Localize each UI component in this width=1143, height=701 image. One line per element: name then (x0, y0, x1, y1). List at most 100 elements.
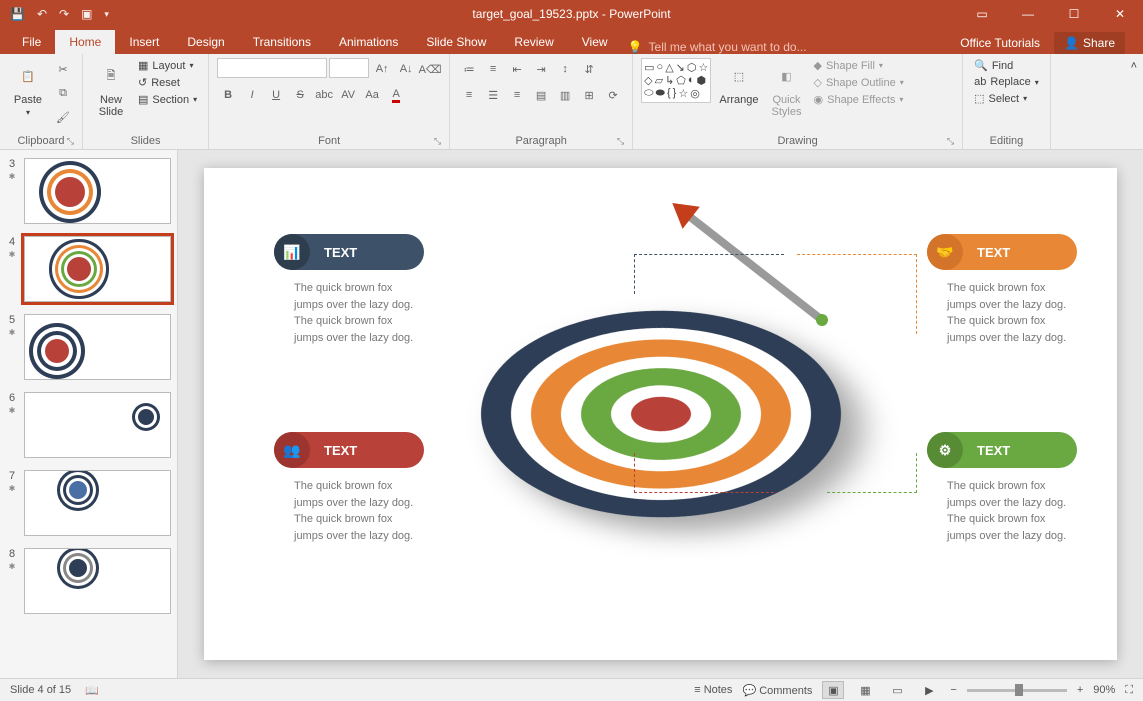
slide-thumbnails[interactable]: 3✱ 4✱ 5✱ 6✱ 7✱ 8✱ (0, 150, 178, 678)
decrease-font-icon[interactable]: A↓ (395, 58, 417, 80)
cut-icon[interactable]: ✂ (52, 58, 74, 80)
indent-inc-icon[interactable]: ⇥ (530, 58, 552, 80)
align-right-icon[interactable]: ≡ (506, 84, 528, 106)
ribbon-tabs: File Home Insert Design Transitions Anim… (0, 28, 1143, 54)
ribbon-display-icon[interactable]: ▭ (959, 0, 1005, 28)
connector-line (797, 254, 917, 334)
thumbnail-slide-4[interactable]: 4✱ (6, 236, 171, 302)
align-center-icon[interactable]: ☰ (482, 84, 504, 106)
thumbnail-slide-8[interactable]: 8✱ (6, 548, 171, 614)
smartart-icon[interactable]: ⟳ (602, 84, 624, 106)
zoom-thumb[interactable] (1015, 684, 1023, 696)
shape-fill-button[interactable]: ◆Shape Fill▾ (811, 58, 907, 73)
group-clipboard: 📋 Paste ▾ ✂ ⧉ 🖌 Clipboard (0, 54, 83, 149)
tab-animations[interactable]: Animations (325, 30, 412, 54)
tab-insert[interactable]: Insert (115, 30, 173, 54)
text-direction-icon[interactable]: ⇵ (578, 58, 600, 80)
thumbnail-slide-5[interactable]: 5✱ (6, 314, 171, 380)
slide-indicator[interactable]: Slide 4 of 15 (10, 684, 71, 696)
columns-icon[interactable]: ▥ (554, 84, 576, 106)
underline-icon[interactable]: U (265, 84, 287, 106)
zoom-in-icon[interactable]: + (1077, 684, 1083, 696)
find-button[interactable]: 🔍Find (971, 58, 1042, 73)
undo-icon[interactable]: ↶ (37, 7, 47, 21)
line-spacing-icon[interactable]: ↕ (554, 58, 576, 80)
format-painter-icon[interactable]: 🖌 (52, 106, 74, 128)
bold-icon[interactable]: B (217, 84, 239, 106)
reading-view-icon[interactable]: ▭ (886, 681, 908, 699)
justify-icon[interactable]: ▤ (530, 84, 552, 106)
thumbnail-slide-3[interactable]: 3✱ (6, 158, 171, 224)
strike-icon[interactable]: S (289, 84, 311, 106)
shadow-icon[interactable]: abc (313, 84, 335, 106)
spellcheck-icon[interactable]: 📖 (85, 684, 99, 697)
copy-icon[interactable]: ⧉ (52, 82, 74, 104)
sorter-view-icon[interactable]: ▦ (854, 681, 876, 699)
arrange-button[interactable]: ⬚ Arrange (715, 58, 762, 108)
layout-button[interactable]: ▦Layout▾ (135, 58, 200, 73)
tab-file[interactable]: File (8, 30, 55, 54)
thumbnail-slide-6[interactable]: 6✱ (6, 392, 171, 458)
shape-effects-button[interactable]: ◉Shape Effects▾ (811, 92, 907, 107)
callout-bottom-left[interactable]: 👥TEXT The quick brown fox jumps over the… (274, 432, 424, 544)
quick-styles-button[interactable]: ◧ Quick Styles (767, 58, 807, 120)
thumbnail-slide-7[interactable]: 7✱ (6, 470, 171, 536)
handshake-icon: 🤝 (927, 234, 963, 270)
font-family-input[interactable] (217, 58, 327, 78)
select-button[interactable]: ⬚Select▾ (971, 91, 1042, 106)
callout-bottom-right[interactable]: ⚙TEXT The quick brown fox jumps over the… (927, 432, 1077, 544)
notes-button[interactable]: ≡ Notes (694, 684, 732, 696)
shapes-gallery[interactable]: ▭○△↘⬡☆ ◇▱↳⬠◐⬢ ⬭⬬{}☆◎ (641, 58, 711, 103)
spacing-icon[interactable]: AV (337, 84, 359, 106)
indent-dec-icon[interactable]: ⇤ (506, 58, 528, 80)
align-text-icon[interactable]: ⊞ (578, 84, 600, 106)
tab-review[interactable]: Review (500, 30, 567, 54)
slideshow-view-icon[interactable]: ▶ (918, 681, 940, 699)
italic-icon[interactable]: I (241, 84, 263, 106)
reset-button[interactable]: ↺Reset (135, 75, 200, 90)
save-icon[interactable]: 💾 (10, 7, 25, 21)
shape-outline-button[interactable]: ◇Shape Outline▾ (811, 75, 907, 90)
presentation-icon: 📊 (274, 234, 310, 270)
callout-top-left[interactable]: 📊TEXT The quick brown fox jumps over the… (274, 234, 424, 346)
share-button[interactable]: 👤 Share (1054, 32, 1125, 54)
numbering-icon[interactable]: ≡ (482, 58, 504, 80)
maximize-icon[interactable]: ☐ (1051, 0, 1097, 28)
tab-transitions[interactable]: Transitions (239, 30, 325, 54)
qat-more-icon[interactable]: ▾ (104, 9, 109, 20)
slide[interactable]: 📊TEXT The quick brown fox jumps over the… (204, 168, 1117, 660)
replace-button[interactable]: abReplace▾ (971, 75, 1042, 89)
tab-view[interactable]: View (568, 30, 622, 54)
case-icon[interactable]: Aa (361, 84, 383, 106)
close-icon[interactable]: ✕ (1097, 0, 1143, 28)
tab-design[interactable]: Design (173, 30, 238, 54)
minimize-icon[interactable]: — (1005, 0, 1051, 28)
tell-me-search[interactable]: 💡 Tell me what you want to do... (628, 40, 807, 54)
tab-home[interactable]: Home (55, 30, 115, 54)
window-title: target_goal_19523.pptx - PowerPoint (472, 7, 670, 21)
office-tutorials-link[interactable]: Office Tutorials (960, 36, 1040, 50)
tab-slideshow[interactable]: Slide Show (412, 30, 500, 54)
clear-format-icon[interactable]: A⌫ (419, 58, 441, 80)
slide-canvas[interactable]: 📊TEXT The quick brown fox jumps over the… (178, 150, 1143, 678)
new-slide-button[interactable]: 🗎 New Slide (91, 58, 131, 120)
gear-icon: ⚙ (927, 432, 963, 468)
font-size-input[interactable] (329, 58, 369, 78)
bullets-icon[interactable]: ≔ (458, 58, 480, 80)
increase-font-icon[interactable]: A↑ (371, 58, 393, 80)
font-color-icon[interactable]: A (385, 84, 407, 106)
align-left-icon[interactable]: ≡ (458, 84, 480, 106)
fit-window-icon[interactable]: ⛶ (1125, 684, 1133, 697)
zoom-slider[interactable] (967, 689, 1067, 692)
group-label: Editing (971, 133, 1042, 147)
collapse-ribbon-icon[interactable]: ˄ (1125, 54, 1143, 149)
zoom-level[interactable]: 90% (1093, 684, 1115, 696)
comments-button[interactable]: 💬 Comments (742, 684, 812, 697)
start-slideshow-icon[interactable]: ▣ (81, 7, 92, 21)
callout-top-right[interactable]: 🤝TEXT The quick brown fox jumps over the… (927, 234, 1077, 346)
normal-view-icon[interactable]: ▣ (822, 681, 844, 699)
paste-button[interactable]: 📋 Paste ▾ (8, 58, 48, 119)
redo-icon[interactable]: ↷ (59, 7, 69, 21)
section-button[interactable]: ▤Section▾ (135, 92, 200, 107)
zoom-out-icon[interactable]: − (950, 684, 956, 696)
